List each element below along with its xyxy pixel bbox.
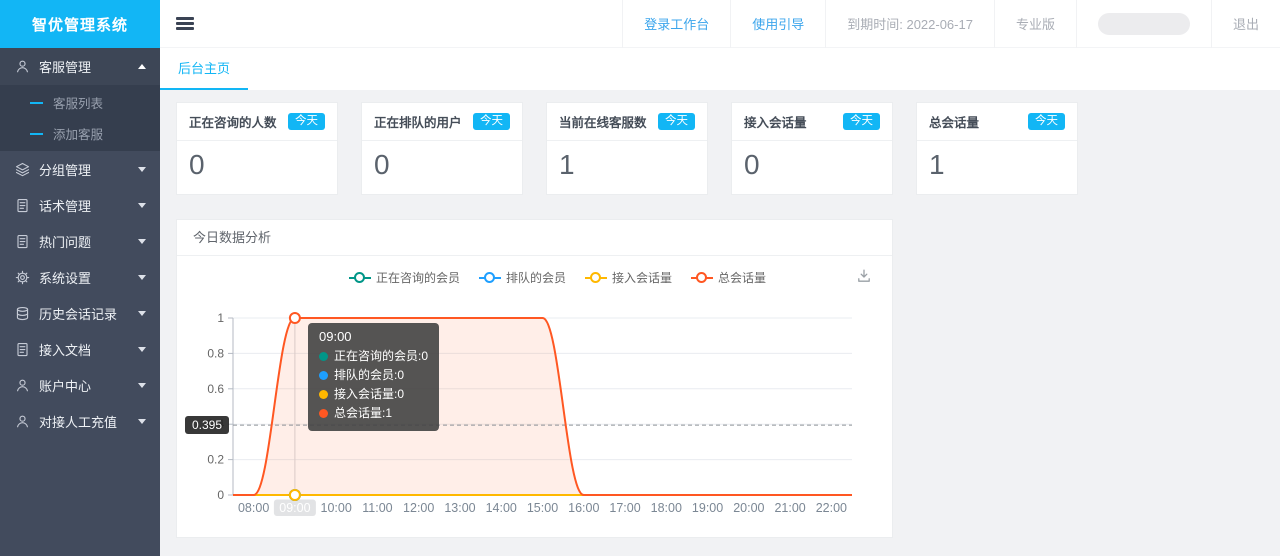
legend-marker-icon (478, 271, 501, 284)
account-name-masked (1097, 12, 1190, 35)
stat-value: 0 (189, 149, 205, 180)
chevron-down-icon (138, 166, 146, 172)
plan-label: 专业版 (993, 0, 1076, 48)
document-icon (14, 197, 30, 213)
sidebar-item-history-sessions[interactable]: 历史会话记录 (0, 295, 160, 331)
svg-text:14:00: 14:00 (486, 501, 517, 515)
stat-card-consulting: 正在咨询的人数 今天 0 (176, 102, 338, 195)
svg-text:09:00: 09:00 (279, 501, 310, 515)
logout-button[interactable]: 退出 (1210, 0, 1280, 48)
gear-icon (14, 269, 30, 285)
user-icon (14, 377, 30, 393)
svg-text:19:00: 19:00 (692, 501, 723, 515)
chevron-down-icon (138, 382, 146, 388)
menu-toggle-icon[interactable] (176, 14, 194, 32)
sidebar-submenu: 客服列表 添加客服 (0, 85, 160, 151)
stat-cards-row: 正在咨询的人数 今天 0 正在排队的用户 今天 0 当前在线客服数 今天 1 接… (176, 102, 1264, 195)
sidebar-item-add-agent[interactable]: 添加客服 (0, 118, 160, 149)
svg-text:16:00: 16:00 (568, 501, 599, 515)
sidebar-item-integration-docs[interactable]: 接入文档 (0, 331, 160, 367)
sidebar-item-manual-recharge[interactable]: 对接人工充值 (0, 403, 160, 439)
svg-text:17:00: 17:00 (609, 501, 640, 515)
svg-text:1: 1 (217, 311, 224, 325)
sidebar-item-agent-list[interactable]: 客服列表 (0, 87, 160, 118)
expiry-date-label: 到期时间: 2022-06-17 (825, 0, 994, 48)
legend-marker-icon (691, 271, 714, 284)
chevron-down-icon (138, 274, 146, 280)
guide-link[interactable]: 使用引导 (730, 0, 825, 48)
svg-text:13:00: 13:00 (444, 501, 475, 515)
legend-marker-icon (585, 271, 607, 284)
workbench-link[interactable]: 登录工作台 (622, 0, 730, 48)
stat-card-incoming-sessions: 接入会话量 今天 0 (731, 102, 893, 195)
document-icon (14, 233, 30, 249)
content-area: 正在咨询的人数 今天 0 正在排队的用户 今天 0 当前在线客服数 今天 1 接… (160, 90, 1280, 556)
svg-text:10:00: 10:00 (321, 501, 352, 515)
stat-card-total-sessions: 总会话量 今天 1 (916, 102, 1078, 195)
stat-value: 0 (744, 149, 760, 180)
analytics-panel: 今日数据分析 正在咨询的会员 排队的会员 接入会话量 总会话量 0 0.2 0.… (176, 219, 893, 538)
svg-text:0.6: 0.6 (207, 382, 224, 396)
legend-item-queueing[interactable]: 排队的会员 (478, 269, 566, 286)
svg-text:12:00: 12:00 (403, 501, 434, 515)
analytics-chart[interactable]: 00.20.40.60.8108:0009:0010:0011:0012:001… (177, 256, 894, 537)
analytics-chart-area: 正在咨询的会员 排队的会员 接入会话量 总会话量 0 0.2 0.6 0.8 1… (177, 256, 892, 537)
database-icon (14, 305, 30, 321)
stat-value: 1 (559, 149, 575, 180)
svg-text:22:00: 22:00 (816, 501, 847, 515)
today-badge: 今天 (658, 112, 695, 131)
tab-bar: 后台主页 (160, 48, 1280, 90)
user-icon (14, 413, 30, 429)
svg-text:18:00: 18:00 (651, 501, 682, 515)
panel-title: 今日数据分析 (177, 220, 892, 256)
legend-item-consulting[interactable]: 正在咨询的会员 (348, 269, 460, 286)
chevron-down-icon (138, 346, 146, 352)
sidebar: 智优管理系统 客服管理 客服列表 添加客服 分组管理 话术管理 热门问题 系统设… (0, 0, 160, 556)
chart-legend: 正在咨询的会员 排队的会员 接入会话量 总会话量 (233, 269, 882, 286)
sidebar-item-customer-service[interactable]: 客服管理 (0, 48, 160, 85)
stat-card-online-agents: 当前在线客服数 今天 1 (546, 102, 708, 195)
sidebar-item-label: 客服管理 (39, 60, 92, 75)
top-header: 登录工作台 使用引导 到期时间: 2022-06-17 专业版 退出 (160, 0, 1280, 48)
chevron-down-icon (138, 310, 146, 316)
dash-icon (30, 132, 43, 135)
account-menu[interactable] (1075, 0, 1211, 48)
layers-icon (14, 161, 30, 177)
tab-home[interactable]: 后台主页 (160, 49, 249, 90)
svg-text:11:00: 11:00 (362, 501, 392, 515)
today-badge: 今天 (473, 112, 510, 131)
svg-text:15:00: 15:00 (527, 501, 558, 515)
stat-value: 0 (374, 149, 390, 180)
today-badge: 今天 (288, 112, 325, 131)
legend-marker-icon (348, 271, 371, 284)
legend-item-incoming[interactable]: 接入会话量 (585, 269, 672, 286)
chevron-up-icon (138, 64, 146, 69)
sidebar-item-account-center[interactable]: 账户中心 (0, 367, 160, 403)
main-area: 登录工作台 使用引导 到期时间: 2022-06-17 专业版 退出 后台主页 … (160, 0, 1280, 556)
svg-text:20:00: 20:00 (733, 501, 764, 515)
download-icon[interactable] (856, 268, 872, 289)
today-badge: 今天 (843, 112, 880, 131)
stat-card-queueing: 正在排队的用户 今天 0 (361, 102, 523, 195)
user-icon (14, 59, 30, 75)
sidebar-item-system-settings[interactable]: 系统设置 (0, 259, 160, 295)
svg-text:0.8: 0.8 (207, 346, 224, 360)
today-badge: 今天 (1028, 112, 1065, 131)
app-logo: 智优管理系统 (0, 0, 160, 48)
sidebar-item-script-management[interactable]: 话术管理 (0, 187, 160, 223)
sidebar-item-hot-questions[interactable]: 热门问题 (0, 223, 160, 259)
document-icon (14, 341, 30, 357)
chevron-down-icon (138, 238, 146, 244)
dash-icon (30, 101, 43, 104)
y-axis-pointer-label: 0.395 (185, 416, 230, 435)
svg-text:0: 0 (217, 488, 224, 502)
svg-text:21:00: 21:00 (774, 501, 805, 515)
stat-value: 1 (929, 149, 945, 180)
svg-text:0.2: 0.2 (207, 453, 224, 467)
chevron-down-icon (138, 418, 146, 424)
svg-text:08:00: 08:00 (238, 501, 269, 515)
sidebar-item-group-management[interactable]: 分组管理 (0, 151, 160, 187)
chevron-down-icon (138, 202, 146, 208)
legend-item-total[interactable]: 总会话量 (691, 269, 766, 286)
